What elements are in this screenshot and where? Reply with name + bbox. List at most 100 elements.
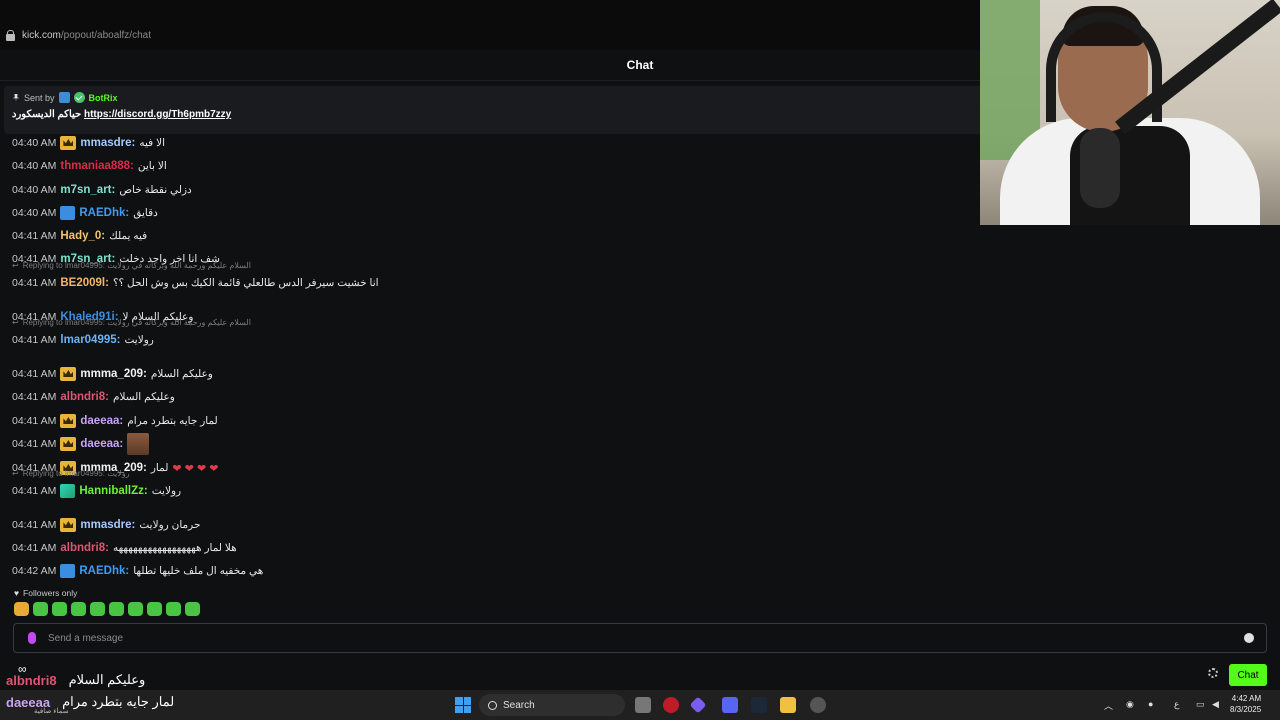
- reply-text: Replying to lmar04995: السلام عليكم ورحم…: [22, 260, 251, 270]
- chat-message[interactable]: 04:41 AM lmar04995: رولايت: [12, 331, 154, 349]
- message-username[interactable]: BE2009l:: [60, 277, 109, 289]
- mic-icon[interactable]: [28, 632, 36, 644]
- message-username[interactable]: daeeaa:: [80, 438, 123, 450]
- chat-message[interactable]: 04:41 AM mmma_209: وعليكم السلام: [12, 365, 213, 383]
- message-time: 04:41 AM: [12, 368, 57, 380]
- emote-10[interactable]: [185, 602, 200, 616]
- task-view-icon[interactable]: [635, 697, 651, 713]
- network-icon[interactable]: ◉: [1126, 699, 1134, 710]
- message-username[interactable]: mmasdre:: [80, 137, 135, 149]
- message-input[interactable]: [48, 632, 1244, 644]
- heart-icon: ♥: [14, 588, 20, 598]
- send-chat-button[interactable]: Chat: [1229, 664, 1267, 686]
- mic-tray-icon[interactable]: ●: [1148, 699, 1153, 709]
- message-time: 04:40 AM: [12, 207, 57, 219]
- discord-icon[interactable]: [722, 697, 738, 713]
- emote-2[interactable]: [33, 602, 48, 616]
- heart-emotes: ❤ ❤ ❤ ❤: [172, 462, 219, 475]
- message-username[interactable]: albndri8:: [60, 391, 109, 403]
- message-username[interactable]: HanniballZz:: [79, 485, 147, 497]
- message-username[interactable]: mmasdre:: [80, 519, 135, 531]
- crown-badge-icon: [60, 518, 77, 532]
- monitor-icon[interactable]: ▭: [1196, 699, 1205, 710]
- message-username[interactable]: m7sn_art:: [60, 184, 115, 196]
- message-time: 04:41 AM: [12, 542, 57, 554]
- chat-message[interactable]: 04:40 AM RAEDhk: دقايق: [12, 204, 158, 222]
- message-username[interactable]: lmar04995:: [60, 334, 120, 346]
- opera-icon[interactable]: [663, 697, 679, 713]
- volume-icon[interactable]: ◀: [1212, 699, 1219, 710]
- message-username[interactable]: thmaniaa888:: [60, 160, 134, 172]
- gear-icon[interactable]: [1208, 668, 1218, 678]
- bot-badge-icon: [58, 92, 70, 103]
- system-clock[interactable]: 4:42 AM 8/3/2025: [1230, 693, 1261, 715]
- followers-only-label: Followers only: [23, 588, 78, 598]
- message-username[interactable]: Hady_0:: [60, 230, 105, 242]
- emote-9[interactable]: [166, 602, 181, 616]
- chat-message[interactable]: 04:40 AM m7sn_art: دزلي نقطة خاص: [12, 181, 192, 199]
- message-username[interactable]: albndri8:: [60, 542, 109, 554]
- emoji-icon[interactable]: [1244, 633, 1254, 643]
- chat-message[interactable]: 04:41 AM albndri8: هلا لمار هههههههههههههه…: [12, 539, 237, 557]
- overlay-sub: سماء صافية: [34, 707, 69, 715]
- message-text: فيه يملك: [109, 230, 148, 242]
- taskbar-search[interactable]: Search: [479, 694, 625, 716]
- chat-message[interactable]: 04:41 AM daeeaa: لمار جايه بتطرد مرام: [12, 412, 218, 430]
- url-bar[interactable]: kick.com/popout/aboalfz/chat: [6, 30, 151, 41]
- emote-4[interactable]: [71, 602, 86, 616]
- message-time: 04:41 AM: [12, 438, 57, 450]
- message-time: 04:42 AM: [12, 565, 57, 577]
- reply-icon: ↩: [12, 317, 19, 327]
- emote-7[interactable]: [128, 602, 143, 616]
- message-text: حرمان رولايت: [139, 519, 201, 531]
- steam-icon[interactable]: [751, 697, 767, 713]
- chat-message[interactable]: 04:41 AM HanniballZz: رولايت: [12, 482, 181, 500]
- emote-5[interactable]: [90, 602, 105, 616]
- crown-badge-icon: [60, 414, 77, 428]
- chat-message[interactable]: 04:40 AM mmasdre: الا فيه: [12, 134, 165, 152]
- og-badge-icon: [60, 206, 76, 220]
- message-username[interactable]: RAEDhk:: [79, 565, 129, 577]
- message-username[interactable]: mmma_209:: [80, 368, 146, 380]
- discord-link[interactable]: https://discord.gg/Th6pmb7zzy: [84, 109, 231, 120]
- chat-message[interactable]: 04:41 AM albndri8: وعليكم السلام: [12, 388, 175, 406]
- message-text: رولايت: [124, 334, 154, 346]
- chat-message[interactable]: 04:41 AM Hady_0: فيه يملك: [12, 227, 147, 245]
- message-time: 04:41 AM: [12, 415, 57, 427]
- windows-taskbar: Search ︿ ◉ ● ع ▭ ◀ 4:42 AM 8/3/2025: [0, 690, 1280, 720]
- chevron-up-icon[interactable]: ︿: [1104, 699, 1113, 712]
- emote-3[interactable]: [52, 602, 67, 616]
- clock-date: 8/3/2025: [1230, 705, 1262, 714]
- overlay-user-1: albndri8: [6, 672, 57, 688]
- chat-message[interactable]: 04:42 AM RAEDhk: هي مخفيه ال ملف خليها تطل…: [12, 562, 263, 580]
- emote-1[interactable]: [14, 602, 29, 616]
- og-badge-icon: [60, 564, 76, 578]
- message-text: وعليكم السلام: [112, 391, 175, 403]
- message-time: 04:41 AM: [12, 277, 57, 289]
- bot-name[interactable]: BotRix: [89, 93, 118, 103]
- chat-message[interactable]: 04:41 AM BE2009l: انا خشيت سيرفر الدس طالع…: [12, 274, 379, 292]
- chat-message[interactable]: 04:41 AM mmasdre: حرمان رولايت: [12, 516, 200, 534]
- message-username[interactable]: daeeaa:: [80, 415, 123, 427]
- message-text: لمار جايه بتطرد مرام: [127, 415, 218, 427]
- sent-by-label: Sent by: [24, 92, 55, 103]
- reply-icon: ↩: [12, 260, 19, 270]
- chat-message[interactable]: 04:41 AM daeeaa:: [12, 433, 150, 455]
- overlay-text-1: وعليكم السلام: [68, 672, 146, 687]
- url-domain: kick.com: [22, 30, 61, 41]
- language-indicator[interactable]: ع: [1174, 699, 1179, 710]
- diamond-app-icon[interactable]: [689, 696, 707, 714]
- message-input-box[interactable]: [13, 623, 1267, 653]
- start-icon[interactable]: [455, 697, 471, 713]
- folder-icon[interactable]: [780, 697, 796, 713]
- sub-badge-icon: [60, 484, 76, 498]
- message-username[interactable]: RAEDhk:: [79, 207, 129, 219]
- emote-6[interactable]: [109, 602, 124, 616]
- emote-8[interactable]: [147, 602, 162, 616]
- obs-icon[interactable]: [810, 697, 826, 713]
- message-time: 04:41 AM: [12, 334, 57, 346]
- chat-message[interactable]: 04:40 AM thmaniaa888: الا باين: [12, 157, 167, 175]
- message-text: وعليكم السلام: [150, 368, 213, 380]
- message-text: الا فيه: [139, 137, 165, 149]
- search-icon: [488, 700, 497, 710]
